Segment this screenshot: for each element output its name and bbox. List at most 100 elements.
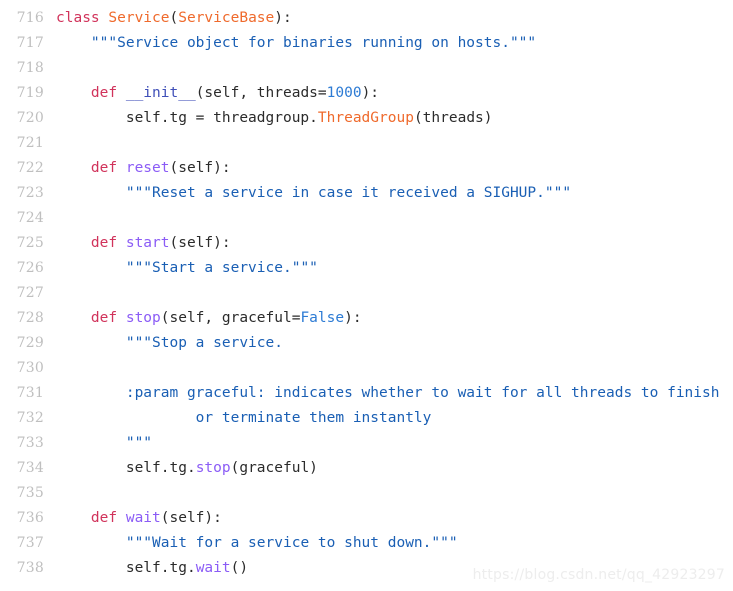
line-number: 735: [16, 485, 44, 501]
code-line[interactable]: 717 """Service object for binaries runni…: [0, 31, 733, 56]
line-number: 733: [16, 435, 44, 451]
line-number: 727: [16, 285, 44, 301]
line-content: """Stop a service.: [56, 331, 283, 356]
code-token-plain: (threads): [413, 110, 493, 126]
code-listing[interactable]: 716 class Service(ServiceBase): 717 """Ser…: [0, 0, 733, 591]
line-number: 721: [16, 135, 44, 151]
line-number: 717: [16, 35, 44, 51]
code-line[interactable]: 732 or terminate them instantly: [0, 406, 733, 431]
code-token-string: """Reset a service in case it received a…: [125, 185, 572, 201]
code-token-string: :param graceful: indicates whether to wa…: [125, 385, 720, 401]
line-number: 728: [16, 310, 44, 326]
code-line[interactable]: 723 """Reset a service in case it receiv…: [0, 181, 733, 206]
line-content: """Service object for binaries running o…: [56, 31, 536, 56]
line-content: def start(self):: [56, 231, 231, 256]
code-token-plain: (self, threads=: [195, 85, 327, 101]
line-number: 734: [16, 460, 44, 476]
line-content: self.tg = threadgroup.ThreadGroup(thread…: [56, 106, 493, 131]
line-number: 729: [16, 335, 44, 351]
code-line[interactable]: 718: [0, 56, 733, 81]
code-line[interactable]: 719 def __init__(self, threads=1000):: [0, 81, 733, 106]
code-line[interactable]: 735: [0, 481, 733, 506]
code-token-function-name: reset: [125, 160, 170, 176]
code-token-plain: (self):: [160, 510, 222, 526]
code-token-dunder: __init__: [125, 85, 196, 101]
code-token-function-name: start: [125, 235, 170, 251]
code-line[interactable]: 729 """Stop a service.: [0, 331, 733, 356]
code-token-keyword: class: [56, 10, 109, 26]
code-line[interactable]: 721: [0, 131, 733, 156]
line-content: self.tg.wait(): [56, 556, 248, 581]
code-token-number: 1000: [326, 85, 362, 101]
code-line[interactable]: 731 :param graceful: indicates whether t…: [0, 381, 733, 406]
line-content: """Reset a service in case it received a…: [56, 181, 571, 206]
line-number: 719: [16, 85, 44, 101]
line-number: 730: [16, 360, 44, 376]
line-number: 732: [16, 410, 44, 426]
line-content: """: [56, 431, 152, 456]
line-number: 736: [16, 510, 44, 526]
code-line[interactable]: 727: [0, 281, 733, 306]
line-content: :param graceful: indicates whether to wa…: [56, 381, 720, 406]
line-number: 725: [16, 235, 44, 251]
code-token-plain: self.tg.: [56, 560, 196, 576]
code-token-keyword: def: [90, 160, 126, 176]
code-token-string: """Stop a service.: [125, 335, 283, 351]
code-line[interactable]: 722 def reset(self):: [0, 156, 733, 181]
line-content: """Wait for a service to shut down.""": [56, 531, 458, 556]
code-token-plain: (self, graceful=: [160, 310, 301, 326]
code-token-plain: self.tg.: [56, 460, 196, 476]
line-number: 723: [16, 185, 44, 201]
code-token-plain: ):: [361, 85, 380, 101]
line-number: 716: [16, 10, 44, 26]
code-token-class-name: ServiceBase: [178, 10, 275, 26]
line-number: 737: [16, 535, 44, 551]
code-line[interactable]: 725 def start(self):: [0, 231, 733, 256]
code-token-constant: False: [300, 310, 345, 326]
code-token-function-name: stop: [195, 460, 231, 476]
code-token-string: or terminate them instantly: [125, 410, 432, 426]
code-line[interactable]: 726 """Start a service.""": [0, 256, 733, 281]
line-content: def stop(self, graceful=False):: [56, 306, 362, 331]
line-number: 724: [16, 210, 44, 226]
code-token-plain: ):: [344, 310, 362, 326]
line-content: or terminate them instantly: [56, 406, 432, 431]
code-token-keyword: def: [90, 510, 126, 526]
line-number: 720: [16, 110, 44, 126]
code-token-function-name: wait: [195, 560, 231, 576]
code-token-function-name: stop: [125, 310, 161, 326]
line-number: 731: [16, 385, 44, 401]
line-content: def reset(self):: [56, 156, 231, 181]
code-line[interactable]: 734 self.tg.stop(graceful): [0, 456, 733, 481]
line-number: 718: [16, 60, 44, 76]
line-content: class Service(ServiceBase):: [56, 6, 292, 31]
code-line[interactable]: 728 def stop(self, graceful=False):: [0, 306, 733, 331]
code-line[interactable]: 730: [0, 356, 733, 381]
line-content: def wait(self):: [56, 506, 222, 531]
code-line[interactable]: 737 """Wait for a service to shut down."…: [0, 531, 733, 556]
code-token-function-name: wait: [125, 510, 161, 526]
code-token-plain: self.tg = threadgroup.: [56, 110, 318, 126]
code-line[interactable]: 716 class Service(ServiceBase):: [0, 6, 733, 31]
code-token-keyword: def: [90, 310, 126, 326]
code-line[interactable]: 736 def wait(self):: [0, 506, 733, 531]
watermark-text: https://blog.csdn.net/qq_42923297: [472, 567, 725, 583]
line-number: 738: [16, 560, 44, 576]
code-line[interactable]: 724: [0, 206, 733, 231]
code-line[interactable]: 720 self.tg = threadgroup.ThreadGroup(th…: [0, 106, 733, 131]
line-number: 726: [16, 260, 44, 276]
code-token-string: """Wait for a service to shut down.""": [125, 535, 458, 551]
code-token-class-name: ThreadGroup: [317, 110, 414, 126]
code-line[interactable]: 733 """: [0, 431, 733, 456]
line-content: def __init__(self, threads=1000):: [56, 81, 379, 106]
line-number: 722: [16, 160, 44, 176]
